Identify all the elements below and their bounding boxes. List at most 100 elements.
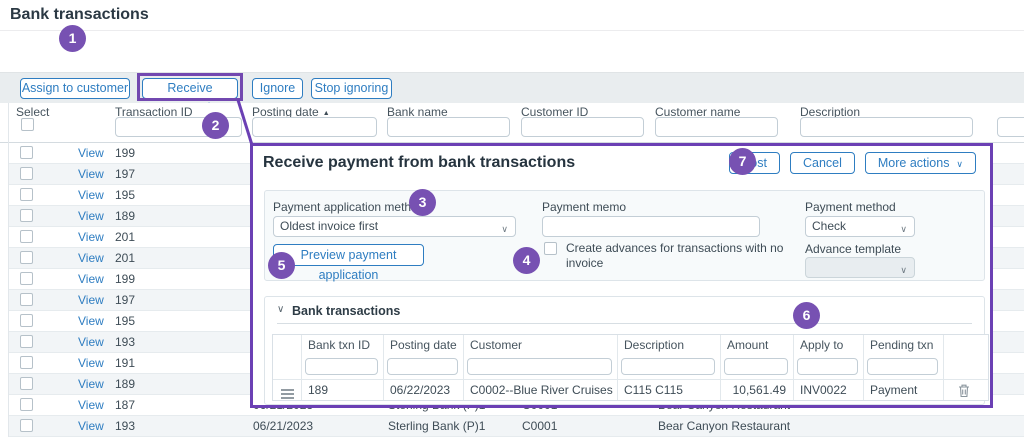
inner-column-header-amount: Amount <box>727 338 768 352</box>
view-link[interactable]: View <box>78 269 104 289</box>
row-checkbox[interactable] <box>20 188 33 201</box>
chevron-down-icon: ∨ <box>501 220 508 239</box>
view-link[interactable]: View <box>78 227 104 247</box>
ignore-button[interactable]: Ignore <box>252 78 303 99</box>
row-checkbox[interactable] <box>20 272 33 285</box>
chevron-down-icon: ∨ <box>956 159 963 169</box>
table-left-border <box>8 103 9 437</box>
cell-transaction-id: 193 <box>115 332 135 352</box>
cell-customer-id: C0001 <box>522 416 557 436</box>
more-actions-button[interactable]: More actions ∨ <box>865 152 976 174</box>
view-link[interactable]: View <box>78 353 104 373</box>
payment-method-label: Payment method <box>805 200 896 214</box>
inner-filter-input-posting-date[interactable] <box>387 358 458 375</box>
cell-transaction-id: 197 <box>115 290 135 310</box>
receive-payments-highlight-box <box>137 73 243 101</box>
payment-application-method-select[interactable]: Oldest invoice first∨ <box>273 216 516 237</box>
bank-transactions-page: Bank transactions Cash in▼ Manage views▼… <box>0 0 1024 437</box>
inner-cell-description: C115 C115 <box>624 380 683 401</box>
page-title: Bank transactions <box>10 6 149 24</box>
view-link[interactable]: View <box>78 416 104 436</box>
column-divider <box>383 335 384 400</box>
dialog-transactions-table: Bank txn IDPosting dateCustomerDescripti… <box>272 334 989 401</box>
inner-cell-bank-txn-id: 189 <box>308 380 328 401</box>
cell-transaction-id: 187 <box>115 395 135 415</box>
inner-column-header-description: Description <box>624 338 684 352</box>
view-bar: Cash in▼ Manage views▼ Advanced filters … <box>0 31 1024 72</box>
chevron-down-icon: ∨ <box>900 220 907 239</box>
view-link[interactable]: View <box>78 206 104 226</box>
view-link[interactable]: View <box>78 374 104 394</box>
inner-filter-input-pending-txn[interactable] <box>867 358 938 375</box>
filter-input-description[interactable] <box>800 117 973 137</box>
advance-template-select: ∨ <box>805 257 915 278</box>
row-checkbox[interactable] <box>20 230 33 243</box>
view-link[interactable]: View <box>78 332 104 352</box>
callout-badge-1: 1 <box>59 25 86 52</box>
row-checkbox[interactable] <box>20 314 33 327</box>
row-checkbox[interactable] <box>20 293 33 306</box>
cell-transaction-id: 201 <box>115 227 135 247</box>
callout-badge-7: 7 <box>729 148 756 175</box>
column-divider <box>863 335 864 400</box>
cell-posting-date: 06/21/2023 <box>253 416 313 436</box>
inner-filter-input-bank-txn-id[interactable] <box>305 358 378 375</box>
inner-filter-input-apply-to[interactable] <box>797 358 858 375</box>
row-checkbox[interactable] <box>20 251 33 264</box>
inner-column-header-pending-txn: Pending txn <box>870 338 933 352</box>
column-divider <box>617 335 618 400</box>
inner-filter-input-customer[interactable] <box>467 358 612 375</box>
drag-handle-icon[interactable] <box>281 385 294 406</box>
create-advances-checkbox[interactable] <box>544 242 557 255</box>
payment-memo-input[interactable] <box>542 216 760 237</box>
view-link[interactable]: View <box>78 290 104 310</box>
section-rule <box>277 323 972 324</box>
column-divider <box>463 335 464 400</box>
view-link[interactable]: View <box>78 311 104 331</box>
inner-filter-input-amount[interactable] <box>724 358 788 375</box>
section-title: Bank transactions <box>292 304 400 318</box>
filter-input-extra[interactable] <box>997 117 1024 137</box>
callout-badge-5: 5 <box>268 252 295 279</box>
inner-column-header-bank-txn-id: Bank txn ID <box>308 338 370 352</box>
select-all-checkbox[interactable] <box>21 118 34 131</box>
delete-row-trash-icon[interactable] <box>958 384 970 405</box>
preview-payment-application-button[interactable]: Preview payment application <box>273 244 424 266</box>
view-link[interactable]: View <box>78 143 104 163</box>
collapse-chevron-icon[interactable]: ∨ <box>277 304 284 315</box>
stop-ignoring-button[interactable]: Stop ignoring <box>311 78 392 99</box>
row-checkbox[interactable] <box>20 335 33 348</box>
cancel-button[interactable]: Cancel <box>790 152 855 174</box>
cell-transaction-id: 191 <box>115 353 135 373</box>
chevron-down-icon: ∨ <box>900 261 907 280</box>
row-checkbox[interactable] <box>20 356 33 369</box>
row-checkbox[interactable] <box>20 167 33 180</box>
payment-method-select[interactable]: Check∨ <box>805 216 915 237</box>
filter-input-customer-id[interactable] <box>521 117 644 137</box>
create-advances-label: Create advances for transactions with no… <box>566 241 808 270</box>
row-checkbox[interactable] <box>20 209 33 222</box>
filter-input-bank-name[interactable] <box>387 117 510 137</box>
sort-ascending-icon: ▲ <box>323 110 330 117</box>
view-link[interactable]: View <box>78 164 104 184</box>
filter-input-posting-date[interactable] <box>252 117 377 137</box>
filter-input-customer-name[interactable] <box>655 117 778 137</box>
view-link[interactable]: View <box>78 248 104 268</box>
row-checkbox[interactable] <box>20 377 33 390</box>
receive-payment-dialog: Receive payment from bank transactions P… <box>250 143 993 408</box>
row-checkbox[interactable] <box>20 146 33 159</box>
callout-badge-6: 6 <box>793 302 820 329</box>
assign-to-customer-button[interactable]: Assign to customer <box>20 78 130 99</box>
row-checkbox[interactable] <box>20 419 33 432</box>
main-table-header: Select Transaction ID Posting date▲ Bank… <box>0 103 1024 143</box>
row-checkbox[interactable] <box>20 398 33 411</box>
inner-filter-input-description[interactable] <box>621 358 715 375</box>
view-link[interactable]: View <box>78 185 104 205</box>
column-divider <box>943 335 944 400</box>
cell-bank-name: Sterling Bank (P)1 <box>388 416 485 436</box>
advance-template-label: Advance template <box>805 242 901 256</box>
cell-transaction-id: 199 <box>115 143 135 163</box>
callout-badge-2: 2 <box>202 112 229 139</box>
view-link[interactable]: View <box>78 395 104 415</box>
column-header-select: Select <box>16 105 49 119</box>
